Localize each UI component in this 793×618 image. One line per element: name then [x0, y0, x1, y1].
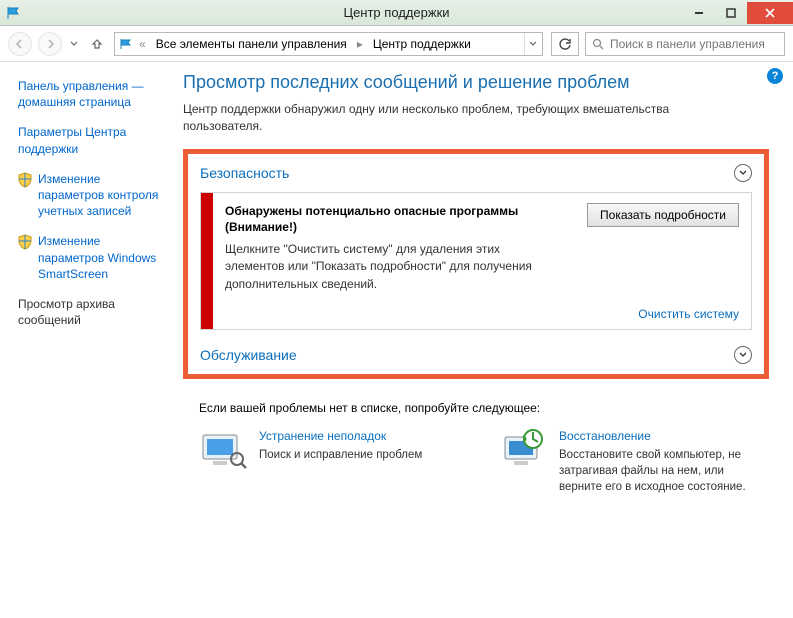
shield-icon [18, 172, 32, 234]
sidebar-link-home[interactable]: Панель управления — домашняя страница [18, 78, 161, 110]
tip-troubleshoot[interactable]: Устранение неполадок Поиск и исправление… [199, 429, 459, 495]
main-content: ? Просмотр последних сообщений и решение… [173, 62, 793, 618]
action-center-flag-icon [6, 6, 22, 20]
troubleshoot-icon [199, 429, 247, 471]
help-icon[interactable]: ? [767, 68, 783, 84]
address-dropdown[interactable] [524, 33, 540, 55]
breadcrumb-item-current[interactable]: Центр поддержки [367, 37, 477, 51]
sidebar-link-archive[interactable]: Просмотр архива сообщений [18, 296, 161, 328]
section-security-label: Безопасность [200, 165, 289, 181]
tip-recovery[interactable]: Восстановление Восстановите свой компьют… [499, 429, 759, 495]
up-button[interactable] [86, 33, 108, 55]
clean-system-link[interactable]: Очистить систему [225, 307, 739, 321]
alert-severity-stripe [201, 193, 213, 330]
highlighted-region: Безопасность Показать подробности Обнару… [183, 149, 769, 380]
sidebar-link-settings[interactable]: Параметры Центра поддержки [18, 124, 161, 156]
chevron-right-icon: ▸ [357, 37, 363, 51]
recovery-icon [499, 429, 547, 471]
shield-icon [18, 234, 32, 296]
window-titlebar: Центр поддержки [0, 0, 793, 26]
show-details-button[interactable]: Показать подробности [587, 203, 739, 227]
section-maintenance-label: Обслуживание [200, 347, 297, 363]
alert-text: Щелкните "Очистить систему" для удаления… [225, 241, 545, 293]
chevron-down-icon[interactable] [734, 164, 752, 182]
tip-recovery-text: Восстановите свой компьютер, не затрагив… [559, 447, 759, 495]
breadcrumb-item-all[interactable]: Все элементы панели управления [150, 37, 353, 51]
maximize-button[interactable] [715, 2, 747, 24]
section-maintenance-header[interactable]: Обслуживание [188, 336, 764, 374]
window-title: Центр поддержки [0, 5, 793, 20]
search-icon [592, 38, 604, 50]
page-title: Просмотр последних сообщений и решение п… [183, 72, 769, 93]
forward-button[interactable] [38, 32, 62, 56]
refresh-button[interactable] [551, 32, 579, 56]
sidebar-link-uac[interactable]: Изменение параметров контроля учетных за… [38, 171, 161, 220]
search-input[interactable] [610, 37, 778, 51]
navigation-toolbar: « Все элементы панели управления ▸ Центр… [0, 26, 793, 62]
nav-history-dropdown[interactable] [68, 41, 80, 47]
alert-title: Обнаружены потенциально опасные программ… [225, 203, 525, 235]
tip-recovery-title: Восстановление [559, 429, 759, 443]
location-flag-icon [119, 38, 133, 50]
minimize-button[interactable] [683, 2, 715, 24]
chevron-down-icon[interactable] [734, 346, 752, 364]
address-bar[interactable]: « Все элементы панели управления ▸ Центр… [114, 32, 543, 56]
sidebar: Панель управления — домашняя страница Па… [0, 62, 173, 618]
page-subtitle: Центр поддержки обнаружил одну или неско… [183, 101, 713, 135]
tip-troubleshoot-text: Поиск и исправление проблем [259, 447, 422, 463]
tip-troubleshoot-title: Устранение неполадок [259, 429, 422, 443]
close-button[interactable] [747, 2, 793, 24]
breadcrumb-overflow-icon[interactable]: « [139, 37, 146, 51]
section-security-header[interactable]: Безопасность [188, 154, 764, 192]
sidebar-link-smartscreen[interactable]: Изменение параметров Windows SmartScreen [38, 233, 161, 282]
search-box[interactable] [585, 32, 785, 56]
tips-intro: Если вашей проблемы нет в списке, попроб… [199, 401, 769, 415]
back-button[interactable] [8, 32, 32, 56]
security-alert-card: Показать подробности Обнаружены потенциа… [200, 192, 752, 331]
